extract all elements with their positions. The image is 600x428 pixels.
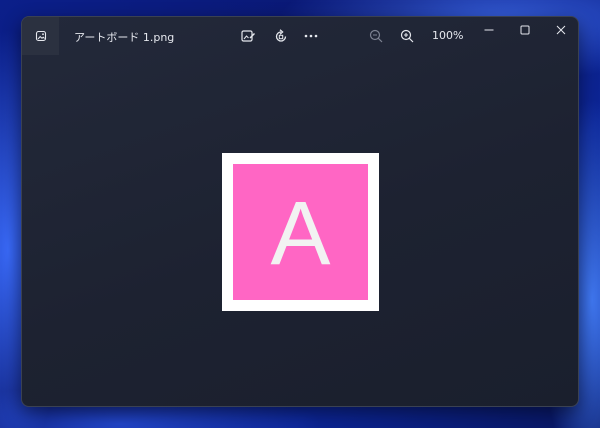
maximize-icon: [520, 25, 530, 35]
close-icon: [556, 25, 566, 35]
gallery-icon: [35, 30, 46, 42]
zoom-in-icon: [400, 29, 414, 43]
zoom-out-button[interactable]: [366, 26, 386, 46]
more-options-button[interactable]: [301, 26, 321, 46]
image-pink-square: A: [233, 164, 368, 300]
edit-image-icon: [241, 30, 255, 42]
maximize-button[interactable]: [508, 19, 542, 41]
photos-app-window: アートボード 1.png 100% A: [21, 16, 579, 407]
rotate-icon: [275, 29, 287, 42]
close-button[interactable]: [544, 19, 578, 41]
rotate-button[interactable]: [271, 26, 291, 46]
zoom-in-button[interactable]: [397, 26, 417, 46]
title-bar[interactable]: アートボード 1.png 100%: [22, 17, 578, 55]
edit-image-button[interactable]: [238, 26, 258, 46]
gallery-button[interactable]: [22, 17, 59, 55]
more-icon: [304, 34, 318, 38]
zoom-out-icon: [369, 29, 383, 43]
zoom-level[interactable]: 100%: [432, 29, 463, 42]
file-name: アートボード 1.png: [74, 31, 175, 44]
image-letter: A: [270, 184, 331, 284]
minimize-icon: [484, 29, 494, 31]
minimize-button[interactable]: [472, 19, 506, 41]
displayed-image: A: [222, 153, 379, 311]
